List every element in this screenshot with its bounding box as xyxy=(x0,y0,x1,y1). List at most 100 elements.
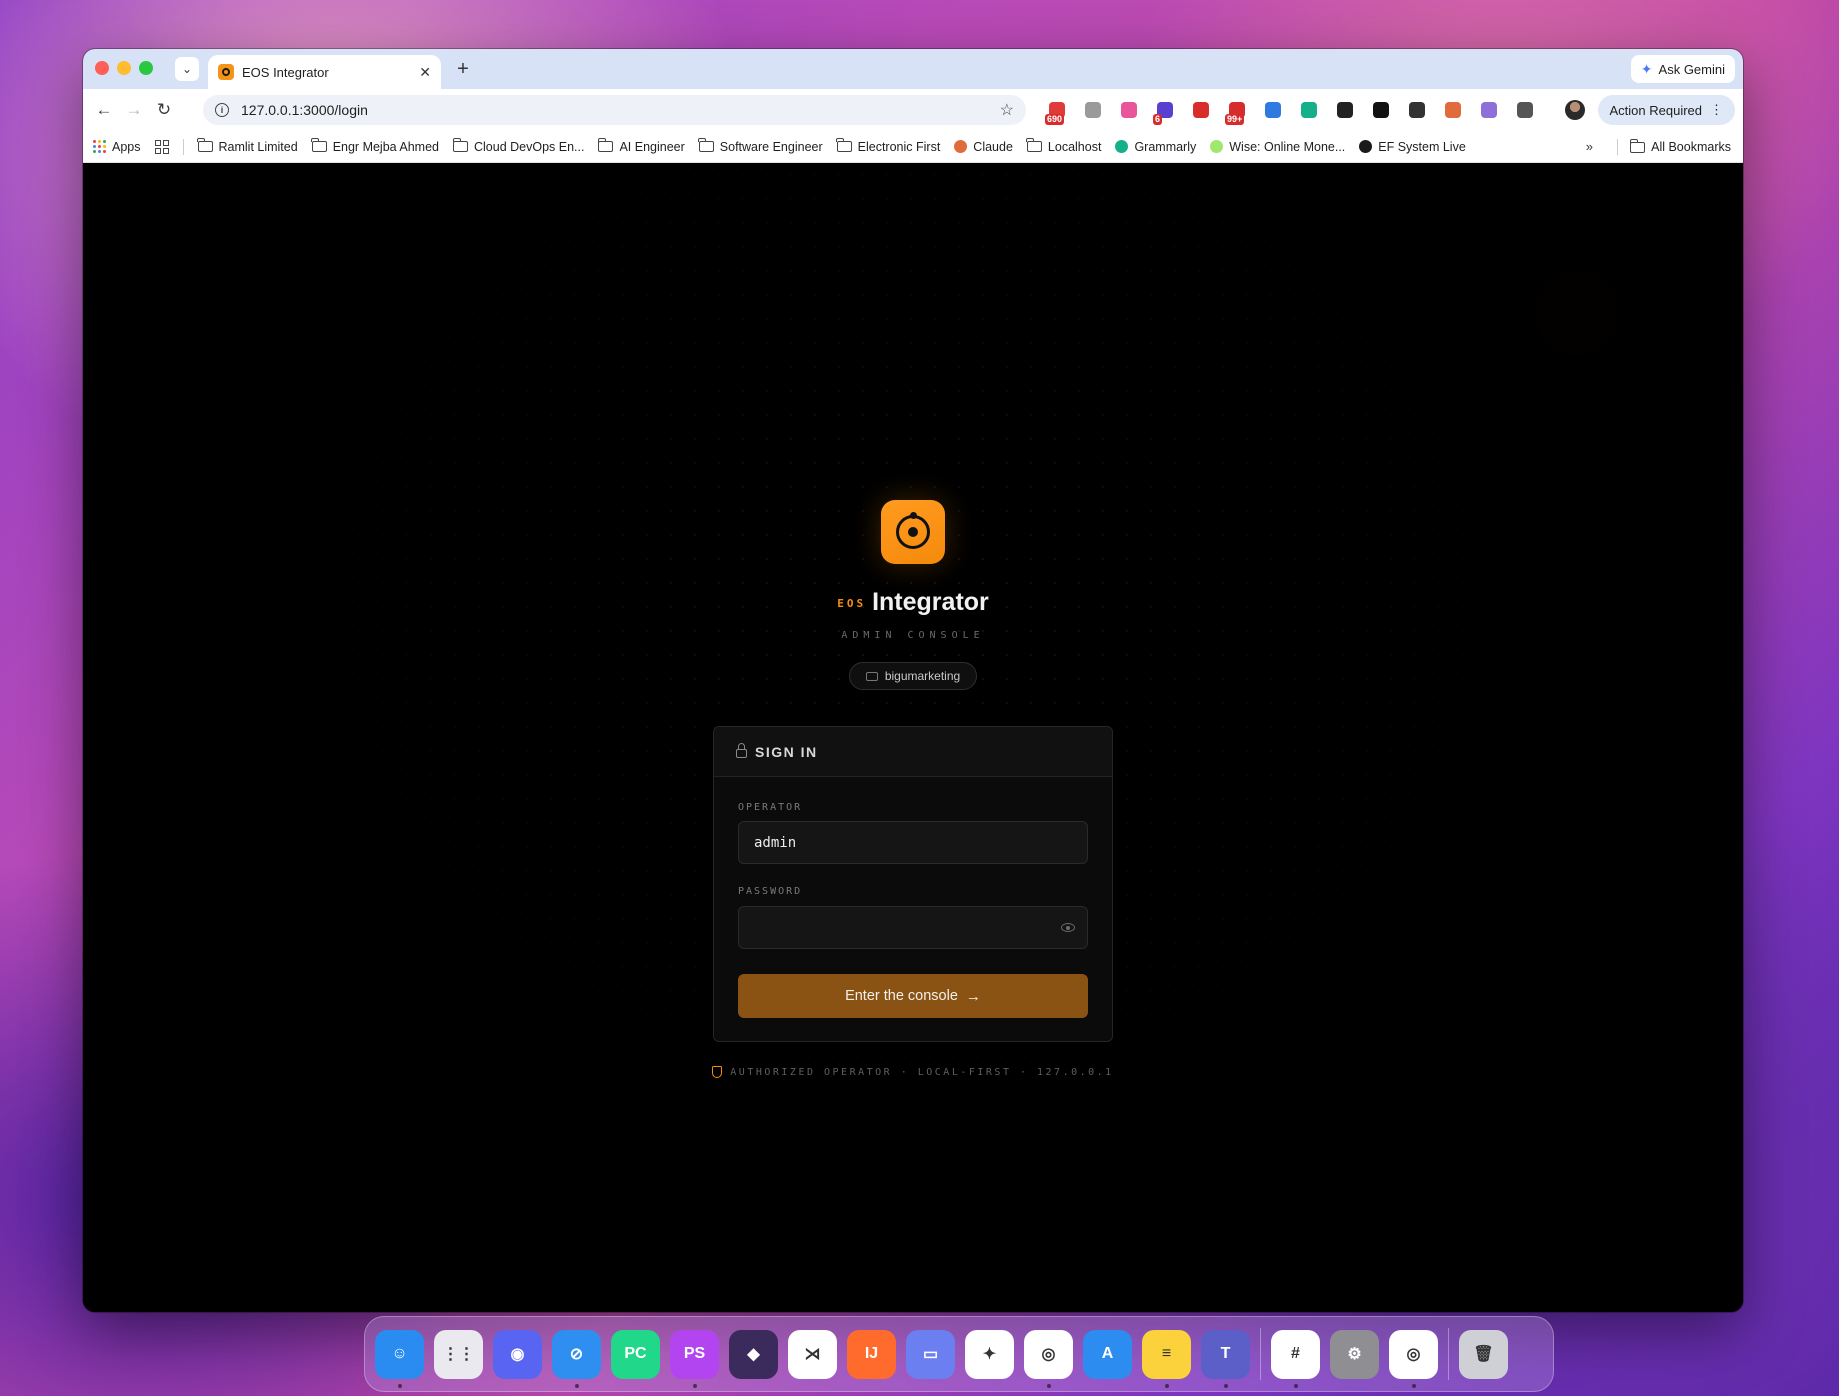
arrow-left-icon: ← xyxy=(95,100,113,119)
remote-desktop-glyph: ▭ xyxy=(922,1346,939,1363)
eos-favicon-icon xyxy=(218,64,234,80)
slack-glyph: # xyxy=(1291,1345,1300,1362)
running-indicator xyxy=(1293,1383,1298,1388)
bookmark-item[interactable]: AI Engineer xyxy=(597,138,685,154)
forward-button[interactable]: → xyxy=(119,95,149,125)
folder-icon xyxy=(197,138,213,152)
pink-arrow-extension-glyph xyxy=(1121,102,1137,118)
launchpad-dock-icon[interactable]: ⋮⋮ xyxy=(434,1329,483,1379)
tab-groups-icon[interactable] xyxy=(154,139,169,154)
password-label: PASSWORD xyxy=(738,886,803,897)
operator-input[interactable]: admin xyxy=(738,821,1088,864)
bookmark-item[interactable]: Grammarly xyxy=(1115,140,1196,154)
url-text[interactable]: 127.0.0.1:3000/login xyxy=(241,102,988,118)
bookmark-item[interactable]: EF System Live xyxy=(1359,140,1466,154)
close-icon[interactable]: ✕ xyxy=(419,64,431,81)
enter-console-button[interactable]: Enter the console → xyxy=(738,974,1088,1018)
pen-extension-icon[interactable] xyxy=(1403,97,1431,123)
brand-name: Integrator xyxy=(872,588,989,616)
site-favicon-icon xyxy=(1210,140,1224,153)
vscode-dock-icon[interactable]: ⋊ xyxy=(788,1329,837,1379)
password-input[interactable] xyxy=(738,906,1088,949)
pycharm-dock-icon[interactable]: PC xyxy=(611,1329,660,1379)
claude-extension-glyph xyxy=(1445,102,1461,118)
tag-extension-icon[interactable] xyxy=(1259,97,1287,123)
address-bar[interactable]: i 127.0.0.1:3000/login ☆ xyxy=(203,95,1026,125)
show-password-eye-icon[interactable] xyxy=(1061,923,1075,932)
building-icon xyxy=(865,671,878,681)
obsidian-dock-icon[interactable]: ◆ xyxy=(729,1329,778,1379)
browser-window: ⌄ EOS Integrator ✕ + ✦ Ask Gemini ← → ↻ … xyxy=(83,49,1743,1312)
zoom-window-button[interactable] xyxy=(139,61,153,75)
gemini-sparkle-icon: ✦ xyxy=(1640,60,1653,77)
slack-dock-icon[interactable]: # xyxy=(1271,1329,1320,1388)
bookmarks-overflow-button[interactable]: » xyxy=(1586,139,1593,154)
gemini-dock-icon[interactable]: ✦ xyxy=(965,1329,1014,1379)
apps-bookmark[interactable]: Apps xyxy=(93,140,141,154)
close-window-button[interactable] xyxy=(95,61,109,75)
safari-dock-icon[interactable]: ⊘ xyxy=(552,1329,601,1388)
sign-in-title: SIGN IN xyxy=(755,743,818,760)
bookmark-item[interactable]: Ramlit Limited xyxy=(197,138,298,154)
teams-dock-icon[interactable]: T xyxy=(1201,1329,1250,1388)
system-settings-dock-icon[interactable]: ⚙ xyxy=(1330,1329,1379,1379)
discord-dock-icon[interactable]: ◉ xyxy=(493,1329,542,1379)
phpstorm-glyph: PS xyxy=(683,1345,706,1362)
site-info-icon[interactable]: i xyxy=(215,103,229,117)
phpstorm-dock-icon[interactable]: PS xyxy=(670,1329,719,1388)
intellij-glyph: IJ xyxy=(864,1345,879,1362)
profile-avatar[interactable] xyxy=(1565,100,1585,120)
more-vertical-icon[interactable]: ⋮ xyxy=(1710,102,1723,118)
bookmark-item[interactable]: Software Engineer xyxy=(698,138,823,154)
red-extension-icon[interactable] xyxy=(1187,97,1215,123)
camera-extension-icon[interactable] xyxy=(1079,97,1107,123)
intellij-dock-icon[interactable]: IJ xyxy=(847,1329,896,1379)
purple-extension-icon[interactable]: 6 xyxy=(1151,97,1179,125)
bookmark-item[interactable]: Cloud DevOps En... xyxy=(452,138,584,154)
back-button[interactable]: ← xyxy=(89,95,119,125)
crystal-extension-icon[interactable] xyxy=(1475,97,1503,123)
calendar-extension-icon[interactable]: 690 xyxy=(1043,97,1071,125)
ask-gemini-button[interactable]: ✦ Ask Gemini xyxy=(1630,55,1735,83)
remote-desktop-dock-icon[interactable]: ▭ xyxy=(906,1329,955,1379)
trash-dock-icon[interactable]: 🗑 xyxy=(1459,1329,1508,1379)
puzzle-extension-icon[interactable] xyxy=(1511,97,1539,123)
bookmark-label: Grammarly xyxy=(1134,139,1197,154)
bookmark-item[interactable]: Engr Mejba Ahmed xyxy=(311,138,439,154)
grammarly-extension-icon[interactable] xyxy=(1295,97,1323,123)
bookmark-label: Localhost xyxy=(1047,139,1102,154)
tab-search-button[interactable]: ⌄ xyxy=(175,57,199,81)
bookmark-item[interactable]: Wise: Online Mone... xyxy=(1210,140,1345,154)
finder-dock-icon[interactable]: ☺ xyxy=(375,1329,424,1388)
site-favicon-icon xyxy=(954,140,968,153)
claude-extension-icon[interactable] xyxy=(1439,97,1467,123)
mail-extension-icon[interactable]: 99+ xyxy=(1223,97,1251,125)
bookmark-star-icon[interactable]: ☆ xyxy=(1000,100,1014,120)
pink-arrow-extension-icon[interactable] xyxy=(1115,97,1143,123)
chrome-2-dock-icon[interactable]: ◎ xyxy=(1389,1329,1438,1388)
reload-button[interactable]: ↻ xyxy=(149,95,179,125)
bookmark-label: Wise: Online Mone... xyxy=(1229,139,1346,154)
notes-dock-icon[interactable]: ≡ xyxy=(1142,1329,1191,1388)
bookmark-label: Claude xyxy=(973,139,1013,154)
action-required-button[interactable]: Action Required ⋮ xyxy=(1597,95,1735,125)
circle-extension-icon[interactable] xyxy=(1367,97,1395,123)
chrome-dock-icon[interactable]: ◎ xyxy=(1024,1329,1073,1388)
bookmark-item[interactable]: Electronic First xyxy=(836,138,940,154)
tools-extension-icon[interactable] xyxy=(1331,97,1359,123)
extension-badge: 6 xyxy=(1153,114,1163,125)
sign-in-card: SIGN IN OPERATOR admin PASSWORD Enter th… xyxy=(713,726,1113,1042)
new-tab-button[interactable]: + xyxy=(451,57,475,81)
active-tab[interactable]: EOS Integrator ✕ xyxy=(208,55,441,89)
all-bookmarks-button[interactable]: All Bookmarks xyxy=(1617,138,1731,155)
dock-separator xyxy=(1448,1328,1449,1380)
authorized-footer: AUTHORIZED OPERATOR · LOCAL-FIRST · 127.… xyxy=(83,1066,1743,1078)
bookmarks-bar: Apps Ramlit Limited Engr Mejba Ahmed Cloud… xyxy=(83,131,1743,163)
bookmark-item[interactable]: Claude xyxy=(954,140,1013,154)
app-store-dock-icon[interactable]: A xyxy=(1083,1329,1132,1379)
folder-icon xyxy=(452,138,468,152)
minimize-window-button[interactable] xyxy=(117,61,131,75)
chevron-down-icon: ⌄ xyxy=(181,62,193,76)
bookmark-item[interactable]: Localhost xyxy=(1026,138,1102,154)
trash-glyph: 🗑 xyxy=(1473,1346,1494,1363)
